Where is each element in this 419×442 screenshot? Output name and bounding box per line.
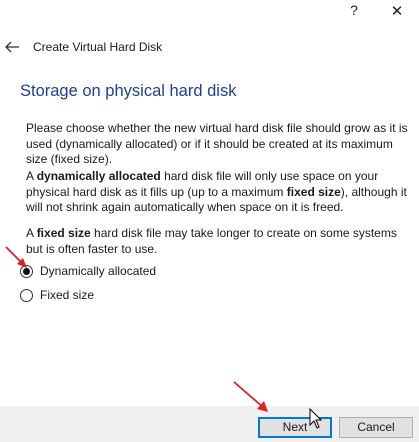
close-button[interactable]: ✕ [388, 2, 406, 20]
wizard-header: Create Virtual Hard Disk [0, 36, 419, 62]
bold-term: fixed size [286, 184, 341, 199]
back-button[interactable] [2, 36, 24, 58]
help-button[interactable]: ? [346, 2, 362, 20]
button-bar: Next Cancel [0, 406, 419, 442]
text-span: A [26, 226, 37, 240]
wizard-title: Create Virtual Hard Disk [33, 40, 163, 54]
page-heading: Storage on physical hard disk [20, 82, 237, 100]
bold-term: dynamically allocated [36, 169, 161, 183]
dynamic-explanation-paragraph: A dynamically allocated hard disk file w… [26, 169, 408, 216]
fixed-explanation-paragraph: A fixed size hard disk file may take lon… [26, 226, 408, 257]
cancel-button[interactable]: Cancel [339, 417, 413, 438]
back-arrow-icon [5, 41, 19, 53]
radio-button-checked[interactable] [20, 264, 33, 278]
bold-term: fixed size [36, 226, 91, 240]
option-label[interactable]: Dynamically allocated [40, 264, 156, 278]
mouse-pointer-icon [309, 408, 323, 429]
option-fixed-size[interactable]: Fixed size [20, 286, 94, 304]
description-paragraph: Please choose whether the new virtual ha… [26, 121, 408, 166]
option-label[interactable]: Fixed size [40, 288, 94, 302]
annotation-overlay [5, 246, 268, 412]
option-dynamically-allocated[interactable]: Dynamically allocated [20, 262, 156, 280]
text-span: A [26, 169, 37, 183]
title-bar: ? ✕ [0, 0, 419, 24]
radio-button-unchecked[interactable] [20, 288, 33, 302]
